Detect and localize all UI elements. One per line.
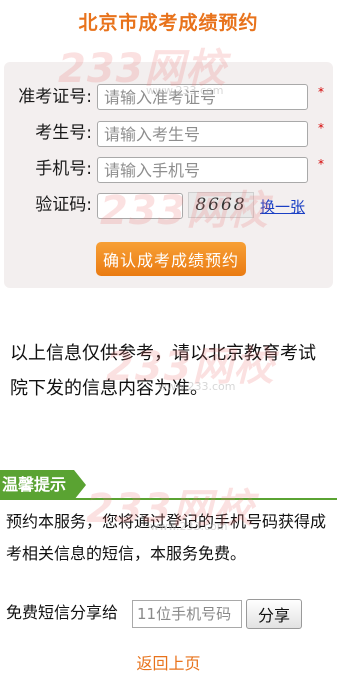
ticket-number-label: 准考证号: [18,87,92,107]
captcha-input[interactable] [97,193,183,219]
phone-label-cell: 手机号: [4,154,92,188]
captcha-image: 8668 [188,192,254,218]
tips-title: 温馨提示 [0,470,74,500]
captcha-label: 验证码: [35,195,92,215]
ticket-number-input[interactable] [97,84,308,110]
refresh-captcha-link[interactable]: 换一张 [260,196,305,217]
notice-text: 以上信息仅供参考，请以北京教育考试院下发的信息内容为准。 [10,343,316,399]
captcha-label-cell: 验证码: [4,190,92,224]
ticket-number-label-cell: 准考证号: [4,82,92,116]
student-number-label: 考生号: [35,123,92,143]
phone-label: 手机号: [35,159,92,179]
share-row: 免费短信分享给 分享 [6,598,334,630]
student-number-required-mark: * [318,121,324,135]
phone-required-mark: * [318,157,324,171]
tips-body: 预约本服务，您将通过登记的手机号码获得成考相关信息的短信，本服务免费。 [6,512,327,563]
phone-input[interactable] [97,157,308,183]
tips-header: 温馨提示 [0,470,337,500]
back-link[interactable]: 返回上页 [0,650,337,674]
student-number-label-cell: 考生号: [4,118,92,152]
ticket-number-required-mark: * [318,85,324,99]
page-title: 北京市成考成绩预约 [78,12,259,34]
tips-tab-arrow [74,470,86,500]
student-number-input[interactable] [97,121,308,147]
share-phone-input[interactable] [132,600,242,628]
share-button[interactable]: 分享 [246,599,302,629]
share-label: 免费短信分享给 [6,603,119,622]
tips-divider [74,498,337,500]
confirm-reservation-button[interactable]: 确认成考成绩预约 [96,242,246,276]
